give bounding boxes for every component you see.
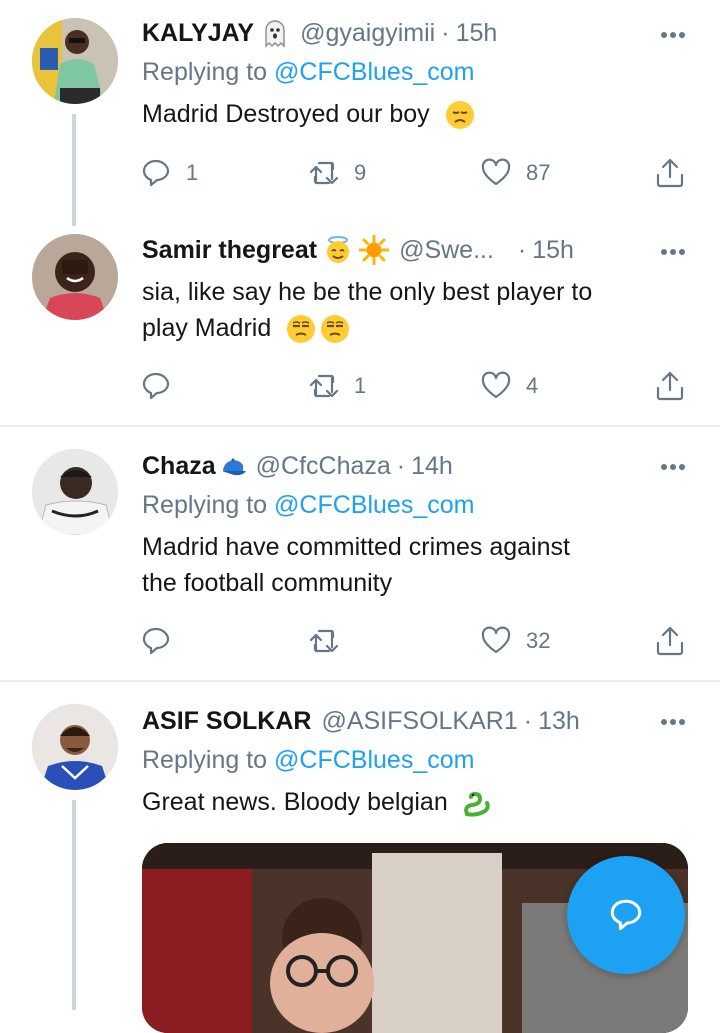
disappointed-face-emoji-icon bbox=[445, 101, 474, 130]
share-button[interactable] bbox=[654, 621, 686, 661]
tweet-text: Madrid Destroyed our boy bbox=[142, 96, 680, 132]
tweet-text-line-body: play Madrid bbox=[142, 314, 272, 342]
billed-cap-emoji-icon bbox=[218, 451, 248, 481]
reply-icon bbox=[142, 627, 170, 655]
tweet-text: Madrid have committed crimes against the… bbox=[142, 529, 680, 601]
share-icon bbox=[656, 158, 684, 188]
handle[interactable]: @Swe... bbox=[399, 236, 494, 265]
share-button[interactable] bbox=[654, 153, 686, 193]
reply-button[interactable]: 1 bbox=[140, 153, 198, 193]
replying-label: Replying to bbox=[142, 58, 268, 86]
tweet-header: KALYJAY @gyaigyimii · 15h bbox=[142, 16, 692, 50]
handle[interactable]: @ASIFSOLKAR1 bbox=[321, 707, 517, 736]
sun-emoji-icon bbox=[358, 234, 390, 266]
avatar[interactable] bbox=[32, 234, 118, 320]
display-name[interactable]: ASIF SOLKAR bbox=[142, 707, 311, 736]
replying-to: Replying to @CFCBlues_com bbox=[142, 58, 474, 87]
tweet-actions: 1 9 87 bbox=[140, 153, 700, 193]
like-button[interactable]: 87 bbox=[480, 153, 550, 193]
like-count: 87 bbox=[526, 160, 551, 185]
replying-label: Replying to bbox=[142, 746, 268, 774]
retweet-icon bbox=[309, 161, 339, 185]
compose-reply-button[interactable] bbox=[567, 856, 685, 974]
timestamp[interactable]: 15h bbox=[532, 236, 574, 265]
heart-icon bbox=[481, 371, 511, 399]
reply-icon bbox=[142, 159, 170, 187]
share-button[interactable] bbox=[654, 366, 686, 406]
compose-reply-icon bbox=[610, 899, 642, 931]
separator-dot: · bbox=[441, 18, 450, 47]
avatar[interactable] bbox=[32, 449, 118, 535]
separator-dot: · bbox=[517, 235, 527, 264]
tweet-text-line: the football community bbox=[142, 569, 393, 597]
retweet-button[interactable] bbox=[308, 621, 354, 661]
retweet-button[interactable]: 1 bbox=[308, 366, 366, 406]
divider bbox=[0, 425, 720, 427]
retweet-button[interactable]: 9 bbox=[308, 153, 366, 193]
mention-link[interactable]: @CFCBlues_com bbox=[274, 746, 474, 774]
thread-line bbox=[72, 114, 76, 226]
heart-icon bbox=[481, 158, 511, 186]
tweet-text-line: sia, like say he be the only best player… bbox=[142, 278, 593, 306]
separator-dot: · bbox=[396, 451, 406, 480]
retweet-count: 1 bbox=[354, 373, 367, 398]
replying-to: Replying to @CFCBlues_com bbox=[142, 746, 474, 775]
like-button[interactable]: 32 bbox=[480, 621, 550, 661]
retweet-icon bbox=[309, 374, 339, 398]
more-icon[interactable] bbox=[658, 452, 688, 482]
tweet-text: sia, like say he be the only best player… bbox=[142, 274, 680, 346]
tweet-text-line: Madrid have committed crimes against bbox=[142, 533, 570, 561]
replying-label: Replying to bbox=[142, 491, 268, 519]
handle[interactable]: @gyaigyimii bbox=[300, 19, 435, 48]
tweet-text-body: Madrid Destroyed our boy bbox=[142, 100, 430, 128]
separator-dot: · bbox=[523, 706, 533, 735]
tweet-actions: 1 4 bbox=[140, 366, 700, 406]
replying-to: Replying to @CFCBlues_com bbox=[142, 491, 474, 520]
tweet-header: Samir thegreat @Swe... · 15h bbox=[142, 233, 692, 267]
avatar[interactable] bbox=[32, 18, 118, 104]
tweet-actions: 32 bbox=[140, 621, 700, 661]
reply-button[interactable] bbox=[140, 621, 186, 661]
heart-icon bbox=[481, 626, 511, 654]
tweet-header: ASIF SOLKAR @ASIFSOLKAR1 · 13h bbox=[142, 704, 692, 738]
reply-icon bbox=[142, 372, 170, 400]
mention-link[interactable]: @CFCBlues_com bbox=[274, 58, 474, 86]
tweet-text: Great news. Bloody belgian bbox=[142, 784, 680, 820]
reply-count: 1 bbox=[186, 160, 199, 185]
retweet-count: 9 bbox=[354, 160, 367, 185]
more-icon[interactable] bbox=[658, 20, 688, 50]
snake-emoji-icon bbox=[463, 792, 490, 817]
handle[interactable]: @CfcChaza bbox=[256, 452, 391, 481]
display-name[interactable]: KALYJAY bbox=[142, 19, 254, 48]
more-icon[interactable] bbox=[658, 707, 688, 737]
share-icon bbox=[656, 626, 684, 656]
unamused-face-emoji-icon bbox=[287, 315, 316, 344]
tweet-text-body: Great news. Bloody belgian bbox=[142, 788, 448, 816]
angel-face-emoji-icon bbox=[323, 235, 353, 265]
display-name[interactable]: Chaza bbox=[142, 452, 216, 481]
avatar[interactable] bbox=[32, 704, 118, 790]
thread-line bbox=[72, 800, 76, 1010]
reply-button[interactable] bbox=[140, 366, 186, 406]
timestamp[interactable]: 15h bbox=[456, 19, 498, 48]
mention-link[interactable]: @CFCBlues_com bbox=[274, 491, 474, 519]
tweet-text-line: play Madrid bbox=[142, 310, 680, 346]
ghost-emoji-icon bbox=[260, 18, 290, 48]
retweet-icon bbox=[309, 629, 339, 653]
like-button[interactable]: 4 bbox=[480, 366, 538, 406]
timestamp[interactable]: 13h bbox=[538, 707, 580, 736]
more-icon[interactable] bbox=[658, 237, 688, 267]
like-count: 32 bbox=[526, 628, 551, 653]
like-count: 4 bbox=[526, 373, 539, 398]
share-icon bbox=[656, 371, 684, 401]
timestamp[interactable]: 14h bbox=[411, 452, 453, 481]
display-name[interactable]: Samir thegreat bbox=[142, 236, 317, 265]
unamused-face-emoji-icon bbox=[321, 315, 350, 344]
tweet-header: Chaza @CfcChaza · 14h bbox=[142, 449, 692, 483]
divider bbox=[0, 680, 720, 682]
